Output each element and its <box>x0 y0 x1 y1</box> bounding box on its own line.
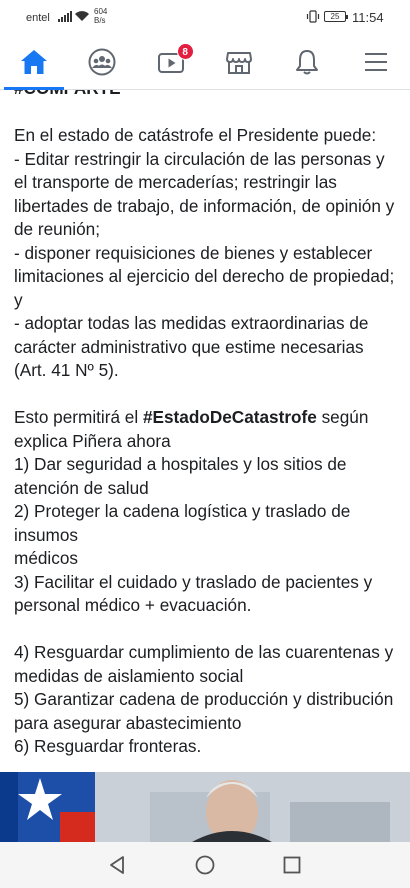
video-frame-image <box>0 772 410 842</box>
measure-item: 5) Garantizar cadena de producción y dis… <box>14 689 394 733</box>
network-speed-unit: B/s <box>94 16 106 25</box>
power-item: - disponer requisiciones de bienes y est… <box>14 242 395 310</box>
nav-tab-watch[interactable]: 8 <box>137 34 205 89</box>
measure-item: 4) Resguardar cumplimiento de las cuaren… <box>14 642 394 686</box>
allows-prefix: Esto permitirá el <box>14 407 143 427</box>
store-icon <box>226 51 253 74</box>
post-text: #COMPARTE En el estado de catástrofe el … <box>0 90 410 759</box>
signal-icon <box>58 11 72 22</box>
carrier-label: entel <box>26 12 50 24</box>
bell-icon <box>296 49 319 74</box>
recents-icon[interactable] <box>281 854 303 876</box>
allows-paragraph: Esto permitirá el #EstadoDeCatastrofe se… <box>14 406 396 453</box>
menu-icon <box>364 52 387 71</box>
status-bar: entel 604 B/s 25 11:54 <box>0 0 410 34</box>
back-icon[interactable] <box>106 854 128 876</box>
network-speed: 604 B/s <box>94 7 107 25</box>
home-icon <box>21 49 48 74</box>
power-item: - Editar restringir la circulación de la… <box>14 148 395 240</box>
nav-tab-home[interactable] <box>0 34 68 90</box>
comparte-hashtag[interactable]: #COMPARTE <box>14 90 396 101</box>
android-nav-bar <box>0 842 410 888</box>
power-item: - adoptar todas las medidas extraordinar… <box>14 313 369 380</box>
battery-indicator: 25 <box>324 11 348 22</box>
clock: 11:54 <box>352 10 384 25</box>
post-intro: En el estado de catástrofe el Presidente… <box>14 125 377 145</box>
nav-tab-notifications[interactable] <box>273 34 341 89</box>
measure-item: 1) Dar seguridad a hospitales y los siti… <box>14 454 347 498</box>
post-content: #COMPARTE En el estado de catástrofe el … <box>0 90 410 772</box>
estado-de-catastrofe-hashtag[interactable]: #EstadoDeCatastrofe <box>143 407 317 427</box>
wifi-icon <box>75 11 89 21</box>
measure-item: 6) Resguardar fronteras. <box>14 736 202 756</box>
top-nav-bar: 8 <box>0 34 410 90</box>
watch-notification-badge: 8 <box>176 43 194 60</box>
nav-tab-menu[interactable] <box>342 34 410 89</box>
groups-icon <box>88 48 116 75</box>
measure-item: 3) Facilitar el cuidado y traslado de pa… <box>14 571 373 616</box>
network-speed-value: 604 <box>94 7 108 16</box>
vibrate-icon <box>306 10 320 23</box>
measure-item: 2) Proteger la cadena logística y trasla… <box>14 501 351 568</box>
post-video-thumbnail[interactable] <box>0 772 410 842</box>
home-circle-icon[interactable] <box>194 854 216 876</box>
nav-tab-groups[interactable] <box>68 34 136 89</box>
nav-tab-marketplace[interactable] <box>205 34 273 89</box>
